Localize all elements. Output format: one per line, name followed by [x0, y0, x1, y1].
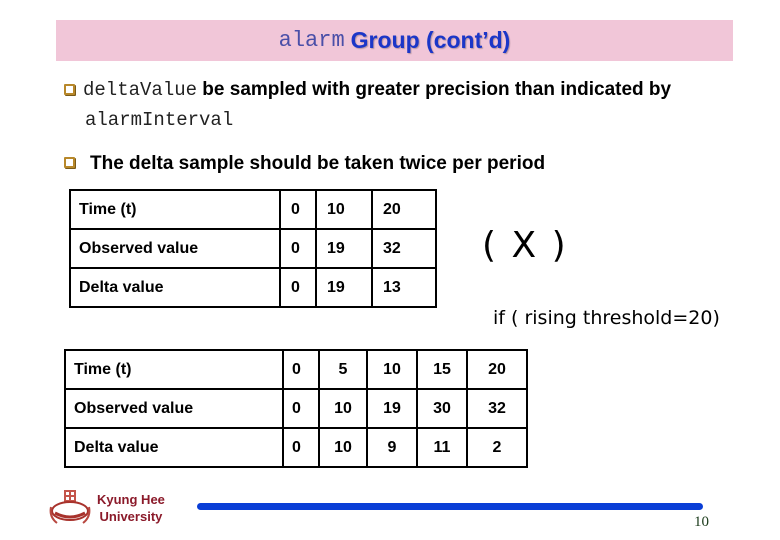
- table-cell: 5: [318, 349, 368, 390]
- table-row: Observed value 0 19 32: [69, 228, 437, 269]
- university-name-line2: University: [99, 509, 163, 524]
- code-term-alarminterval: alarmInterval: [85, 109, 234, 131]
- table-cell: 9: [366, 427, 418, 468]
- university-name: Kyung Hee University: [97, 491, 165, 525]
- page-number: 10: [694, 514, 709, 530]
- table-cell: 10: [318, 388, 368, 429]
- table-cell: 20: [466, 349, 528, 390]
- sample-table-10s: Time (t) 0 10 20 Observed value 0 19 32 …: [69, 189, 437, 308]
- row-label: Delta value: [64, 427, 284, 468]
- table-cell: 0: [279, 267, 317, 308]
- table-cell: 0: [282, 388, 320, 429]
- table-cell: 2: [466, 427, 528, 468]
- table-cell: 15: [416, 349, 468, 390]
- bullet-box-icon: [64, 157, 75, 168]
- table-row: Time (t) 0 5 10 15 20: [64, 349, 528, 390]
- footer-divider: [197, 503, 703, 510]
- table-cell: 20: [371, 189, 437, 230]
- bullet-1-text: deltaValue be sampled with greater preci…: [83, 79, 671, 101]
- table-cell: 0: [282, 427, 320, 468]
- table-cell: 0: [279, 228, 317, 269]
- bullet-2-text: The delta sample should be taken twice p…: [90, 153, 546, 174]
- sample-table-5s: Time (t) 0 5 10 15 20 Observed value 0 1…: [64, 349, 528, 468]
- threshold-condition: if ( rising threshold=20): [493, 307, 720, 329]
- table-row: Delta value 0 10 9 11 2: [64, 427, 528, 468]
- title-code-term: alarm: [278, 28, 345, 53]
- not-triggered-mark: ( X ): [482, 225, 568, 266]
- row-label: Time (t): [64, 349, 284, 390]
- slide-title: alarm Group (cont’d): [56, 20, 733, 61]
- table-cell: 32: [371, 228, 437, 269]
- row-label: Delta value: [69, 267, 281, 308]
- university-emblem-icon: [49, 490, 91, 524]
- table-cell: 13: [371, 267, 437, 308]
- table-row: Observed value 0 10 19 30 32: [64, 388, 528, 429]
- table-cell: 19: [315, 228, 373, 269]
- row-label: Time (t): [69, 189, 281, 230]
- table-row: Time (t) 0 10 20: [69, 189, 437, 230]
- bullet-box-icon: [64, 84, 75, 95]
- table-cell: 32: [466, 388, 528, 429]
- university-name-line1: Kyung Hee: [97, 492, 165, 507]
- table-cell: 10: [366, 349, 418, 390]
- table-cell: 10: [315, 189, 373, 230]
- table-cell: 0: [279, 189, 317, 230]
- row-label: Observed value: [69, 228, 281, 269]
- table-cell: 30: [416, 388, 468, 429]
- table-cell: 10: [318, 427, 368, 468]
- code-term-deltavalue: deltaValue: [83, 79, 198, 101]
- table-cell: 11: [416, 427, 468, 468]
- bullet-1-body: be sampled with greater precision than i…: [197, 79, 672, 100]
- table-row: Delta value 0 19 13: [69, 267, 437, 308]
- table-cell: 0: [282, 349, 320, 390]
- title-text: Group (cont’d): [350, 27, 511, 53]
- row-label: Observed value: [64, 388, 284, 429]
- table-cell: 19: [315, 267, 373, 308]
- table-cell: 19: [366, 388, 418, 429]
